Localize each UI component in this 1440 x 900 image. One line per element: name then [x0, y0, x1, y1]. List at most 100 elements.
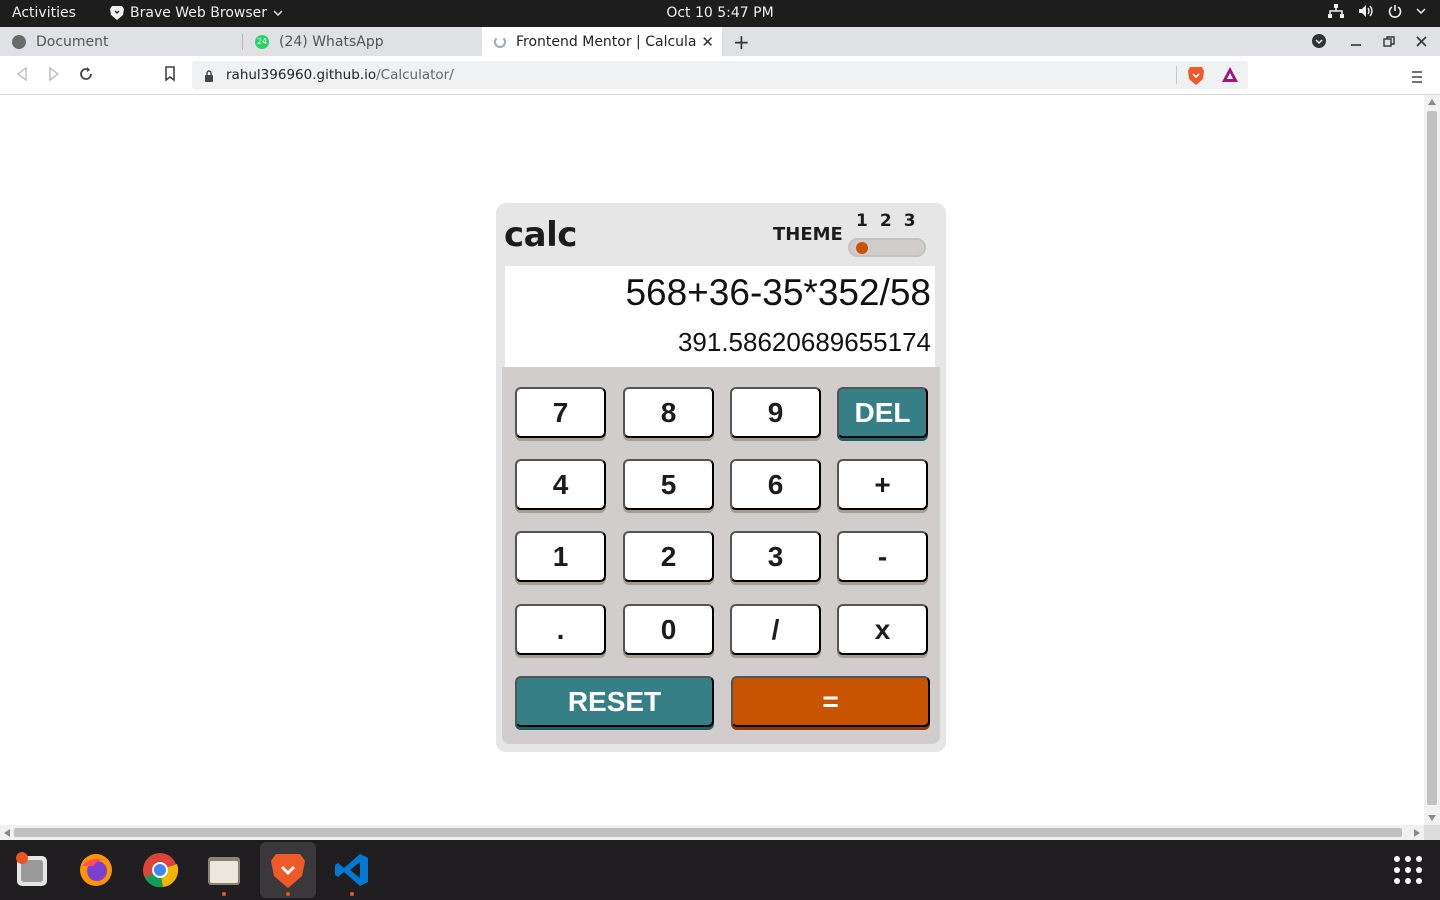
tab-search-button[interactable] [1311, 33, 1327, 49]
dock [0, 840, 1440, 900]
brave-icon [271, 854, 305, 888]
calculator: calc THEME 1 2 3 568+36-35*352/58 391.58… [496, 203, 946, 752]
url-domain: rahul396960.github.io [226, 67, 377, 83]
restore-icon [1383, 36, 1395, 47]
address-bar[interactable]: rahul396960.github.io/Calculator/ [192, 61, 1248, 89]
running-indicator [286, 892, 290, 896]
key-multiply[interactable]: x [837, 604, 928, 655]
scrollbar-thumb[interactable] [1427, 111, 1437, 805]
minimize-button[interactable] [1350, 36, 1362, 48]
dock-ubuntu-software[interactable] [4, 842, 60, 898]
scroll-right-arrow-icon[interactable] [1414, 829, 1420, 837]
delete-button[interactable]: DEL [837, 387, 928, 438]
keypad: 7 8 9 DEL 4 5 6 + 1 2 3 - . 0 / x RESET … [502, 367, 940, 744]
chevron-down-icon [1416, 8, 1426, 14]
close-tab-icon[interactable]: ✕ [701, 33, 714, 51]
close-icon [1416, 36, 1427, 47]
dock-chrome[interactable] [132, 842, 188, 898]
new-tab-button[interactable]: + [733, 30, 750, 54]
scroll-left-arrow-icon[interactable] [4, 829, 10, 837]
dock-brave[interactable] [260, 842, 316, 898]
key-1[interactable]: 1 [515, 531, 606, 582]
reset-button[interactable]: RESET [515, 676, 714, 727]
brave-rewards-icon[interactable] [1221, 66, 1239, 88]
key-7[interactable]: 7 [515, 387, 606, 438]
back-arrow-icon [16, 66, 27, 82]
horizontal-scrollbar[interactable] [0, 825, 1424, 840]
key-0[interactable]: 0 [623, 604, 714, 655]
tab-whatsapp[interactable]: 24 (24) WhatsApp [243, 27, 482, 56]
loading-icon [494, 35, 506, 48]
theme-toggle[interactable] [848, 238, 926, 257]
bookmark-button[interactable] [164, 66, 176, 86]
reload-button[interactable] [78, 66, 94, 86]
forward-button[interactable] [47, 66, 61, 86]
expression-display: 568+36-35*352/58 [625, 272, 931, 313]
firefox-icon [80, 854, 112, 886]
tab-document[interactable]: Document [0, 27, 241, 56]
system-top-bar: Activities Brave Web Browser Oct 10 5:47… [0, 0, 1440, 27]
files-icon [208, 857, 240, 885]
reload-icon [80, 67, 92, 80]
key-decimal[interactable]: . [515, 604, 606, 655]
key-6[interactable]: 6 [730, 459, 821, 510]
key-9[interactable]: 9 [730, 387, 821, 438]
key-3[interactable]: 3 [730, 531, 821, 582]
dock-firefox[interactable] [68, 842, 124, 898]
vertical-scrollbar[interactable] [1424, 95, 1440, 825]
brave-shields-icon[interactable] [1187, 66, 1205, 90]
close-window-button[interactable] [1415, 35, 1428, 48]
scrollbar-thumb[interactable] [14, 828, 1402, 837]
theme-toggle-knob[interactable] [856, 242, 868, 254]
theme-option-2[interactable]: 2 [880, 211, 892, 231]
equals-button[interactable]: = [731, 676, 930, 727]
address-divider [1176, 66, 1177, 84]
minimize-icon [1351, 44, 1361, 46]
tab-search-icon [1312, 34, 1326, 48]
running-indicator [350, 892, 354, 896]
calculator-display: 568+36-35*352/58 391.58620689655174 [505, 266, 935, 367]
tab-frontend-mentor[interactable]: Frontend Mentor | Calcula ✕ [482, 27, 722, 56]
tab-title: (24) WhatsApp [279, 33, 384, 50]
tab-title: Document [36, 33, 109, 50]
clock[interactable]: Oct 10 5:47 PM [0, 5, 1440, 21]
url-path: /Calculator/ [376, 67, 454, 83]
volume-icon [1358, 4, 1374, 18]
hamburger-menu-icon [1412, 71, 1422, 83]
navigation-bar: rahul396960.github.io/Calculator/ [0, 56, 1440, 95]
key-8[interactable]: 8 [623, 387, 714, 438]
system-tray[interactable] [1328, 4, 1426, 18]
ubuntu-software-icon [16, 852, 47, 886]
scroll-up-arrow-icon[interactable] [1428, 99, 1436, 105]
theme-label: THEME [773, 224, 843, 245]
key-plus[interactable]: + [837, 459, 928, 510]
key-divide[interactable]: / [730, 604, 821, 655]
scroll-down-arrow-icon[interactable] [1428, 815, 1436, 821]
dock-vscode[interactable] [324, 842, 380, 898]
dock-files[interactable] [196, 842, 252, 898]
key-2[interactable]: 2 [623, 531, 714, 582]
power-icon [1388, 4, 1402, 18]
theme-numbers: 1 2 3 [856, 211, 926, 231]
theme-option-1[interactable]: 1 [856, 211, 868, 231]
scrollbar-corner [1424, 825, 1440, 840]
tab-bar: Document 24 (24) WhatsApp Frontend Mento… [0, 27, 1440, 56]
back-button[interactable] [15, 66, 29, 86]
result-display: 391.58620689655174 [677, 327, 931, 357]
globe-icon [12, 34, 26, 49]
running-indicator [222, 892, 226, 896]
calculator-logo: calc [504, 215, 577, 255]
show-applications-icon[interactable] [1394, 856, 1422, 884]
key-4[interactable]: 4 [515, 459, 606, 510]
theme-option-3[interactable]: 3 [904, 211, 916, 231]
key-minus[interactable]: - [837, 531, 928, 582]
forward-arrow-icon [49, 66, 60, 82]
chrome-icon [143, 853, 179, 888]
bookmark-icon [165, 66, 175, 82]
maximize-button[interactable] [1383, 36, 1395, 48]
browser-menu-button[interactable] [1410, 68, 1424, 87]
whatsapp-icon: 24 [255, 34, 269, 49]
key-5[interactable]: 5 [623, 459, 714, 510]
lock-icon [204, 68, 214, 87]
tab-title: Frontend Mentor | Calcula [516, 33, 696, 50]
